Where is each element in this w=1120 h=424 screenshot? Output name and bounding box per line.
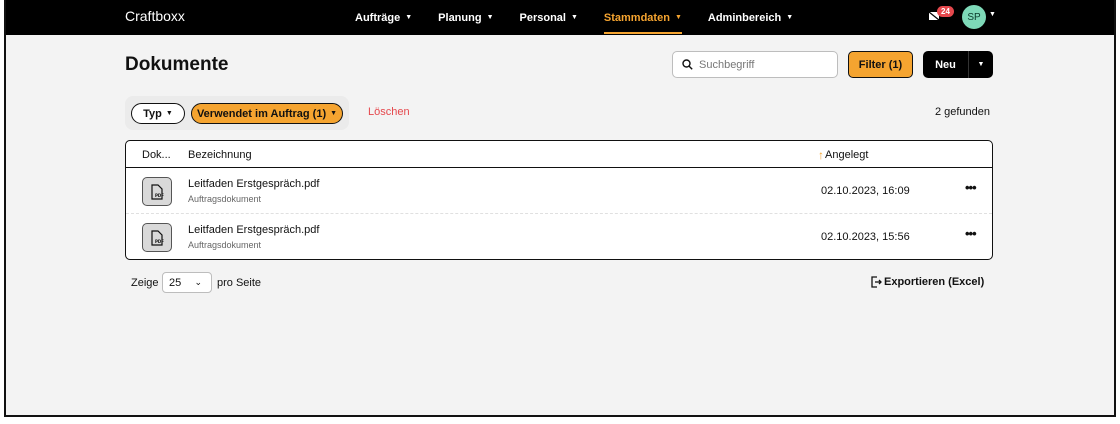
search-input[interactable]: [699, 58, 829, 71]
column-header-created-label: Angelegt: [825, 149, 869, 161]
nav-item-personal[interactable]: Personal ▼: [520, 0, 578, 35]
document-type: Auftragsdokument: [188, 240, 262, 250]
nav-item-auftraege[interactable]: Aufträge ▼: [355, 0, 412, 35]
nav-item-stammdaten[interactable]: Stammdaten ▼: [603, 0, 682, 35]
per-page-suffix-label: pro Seite: [217, 277, 262, 289]
chip-label: Verwendet im Auftrag (1): [196, 107, 327, 120]
avatar-caret-icon[interactable]: ▼: [989, 11, 996, 18]
nav-label: Personal: [519, 11, 566, 24]
chevron-down-icon: ⌄: [194, 277, 202, 287]
used-in-order-filter-chip[interactable]: Verwendet im Auftrag (1) ▼: [191, 103, 343, 124]
page-title: Dokumente: [125, 54, 229, 75]
filter-chip-group: Typ ▼ Verwendet im Auftrag (1) ▼: [125, 96, 349, 130]
export-label: Exportieren (Excel): [884, 276, 985, 288]
svg-text:PDF: PDF: [155, 239, 164, 244]
caret-down-icon: ▼: [674, 14, 682, 21]
avatar[interactable]: SP: [962, 5, 986, 29]
nav-item-planung[interactable]: Planung ▼: [438, 0, 493, 35]
new-dropdown-caret-icon[interactable]: ▼: [968, 51, 993, 78]
clear-filters-button[interactable]: Löschen: [368, 106, 410, 118]
export-excel-button[interactable]: Exportieren (Excel): [870, 276, 984, 288]
search-box[interactable]: [672, 51, 838, 78]
column-header-name[interactable]: Bezeichnung: [188, 149, 252, 161]
caret-down-icon: ▼: [570, 14, 578, 21]
nav-label: Planung: [438, 11, 482, 24]
nav-label: Aufträge: [355, 11, 401, 24]
svg-text:PDF: PDF: [155, 193, 164, 198]
table-header: Dok... Bezeichnung ↑ Angelegt: [126, 141, 992, 168]
document-type: Auftragsdokument: [188, 194, 262, 204]
per-page-select[interactable]: 25 ⌄: [162, 272, 212, 293]
caret-down-icon: ▼: [330, 110, 338, 117]
pdf-file-icon[interactable]: PDF: [142, 177, 172, 206]
per-page-prefix-label: Zeige: [131, 277, 159, 289]
column-header-created[interactable]: ↑ Angelegt: [818, 149, 868, 161]
document-created-date: 02.10.2023, 16:09: [821, 185, 910, 197]
more-actions-icon[interactable]: •••: [965, 226, 977, 241]
pdf-file-icon[interactable]: PDF: [142, 223, 172, 252]
new-button-label[interactable]: Neu: [923, 59, 968, 71]
brand-logo[interactable]: Craftboxx: [125, 8, 185, 24]
main-nav: Aufträge ▼ Planung ▼ Personal ▼ Stammdaten ▼…: [355, 0, 819, 35]
new-button[interactable]: Neu ▼: [923, 51, 993, 78]
sort-ascending-icon: ↑: [818, 148, 824, 162]
chip-label: Typ: [143, 107, 162, 120]
table-row[interactable]: PDF Leitfaden Erstgespräch.pdf Auftragsd…: [126, 214, 992, 260]
table-row[interactable]: PDF Leitfaden Erstgespräch.pdf Auftragsd…: [126, 168, 992, 214]
caret-down-icon: ▼: [165, 110, 173, 117]
top-navbar: Craftboxx Aufträge ▼ Planung ▼ Personal ▼ S…: [6, 0, 1114, 35]
search-icon: [682, 59, 693, 70]
type-filter-chip[interactable]: Typ ▼: [131, 103, 185, 124]
caret-down-icon: ▼: [786, 14, 794, 21]
caret-down-icon: ▼: [486, 14, 494, 21]
nav-label: Stammdaten: [603, 11, 670, 24]
notification-badge[interactable]: 24: [937, 6, 954, 17]
document-created-date: 02.10.2023, 15:56: [821, 231, 910, 243]
nav-label: Adminbereich: [707, 11, 782, 24]
result-count: 2 gefunden: [934, 106, 990, 118]
export-icon: [871, 276, 882, 288]
documents-table: Dok... Bezeichnung ↑ Angelegt PDF Leitfad…: [125, 140, 993, 260]
app-frame: Craftboxx Aufträge ▼ Planung ▼ Personal ▼ S…: [4, 0, 1116, 417]
nav-item-adminbereich[interactable]: Adminbereich ▼: [708, 0, 793, 35]
column-header-doc: Dok...: [142, 149, 171, 161]
filter-button[interactable]: Filter (1): [848, 51, 913, 78]
per-page-value: 25: [169, 276, 182, 289]
document-name[interactable]: Leitfaden Erstgespräch.pdf: [188, 178, 319, 190]
caret-down-icon: ▼: [405, 14, 413, 21]
more-actions-icon[interactable]: •••: [965, 180, 977, 195]
document-name[interactable]: Leitfaden Erstgespräch.pdf: [188, 224, 319, 236]
